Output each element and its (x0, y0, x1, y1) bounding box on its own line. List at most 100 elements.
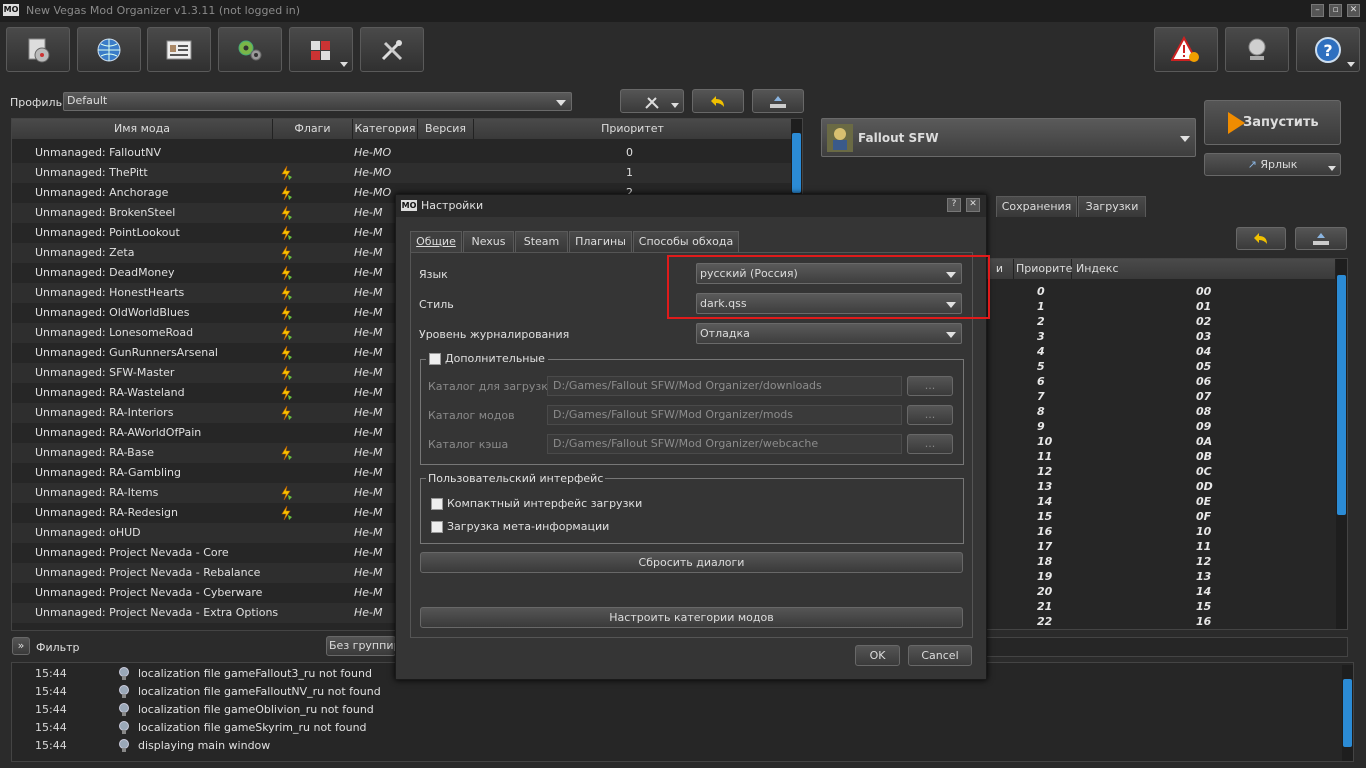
plugin-index: 12 (1196, 555, 1212, 568)
download-dir-browse-button[interactable]: ... (907, 376, 953, 396)
close-icon[interactable]: ✕ (966, 198, 980, 212)
modlist-actions-button[interactable] (620, 89, 684, 113)
plugin-list[interactable]: и Приорите Индекс 0 00 1 01 2 02 3 03 4 04 5 05 6 06 7… (985, 258, 1348, 630)
compact-downloads-checkbox[interactable] (431, 498, 443, 510)
meta-info-checkbox[interactable] (431, 521, 443, 533)
column-header-priority[interactable]: Приоритет (474, 119, 792, 139)
plugin-row[interactable]: 21 15 (986, 599, 1336, 614)
restore-backup-button[interactable] (692, 89, 744, 113)
close-icon[interactable]: ✕ (1347, 4, 1360, 17)
plugin-index: 10 (1196, 525, 1212, 538)
plugin-row[interactable]: 0 00 (986, 284, 1336, 299)
plugin-row[interactable]: 13 0D (986, 479, 1336, 494)
plugin-row[interactable]: 6 06 (986, 374, 1336, 389)
run-button[interactable]: Запустить (1204, 100, 1341, 145)
advanced-checkbox[interactable] (429, 352, 441, 365)
shortcut-button[interactable]: ↗ Ярлык (1204, 153, 1341, 176)
help-icon[interactable]: ? (947, 198, 961, 212)
column-header-priority[interactable]: Приорите (1014, 259, 1072, 279)
advanced-checkbox-row[interactable]: Дополнительные (426, 352, 548, 365)
plugin-row[interactable]: 17 11 (986, 539, 1336, 554)
mod-name: Unmanaged: SFW-Master (35, 366, 175, 379)
configure-categories-button[interactable]: Настроить категории модов (420, 607, 963, 628)
plugin-row[interactable]: 10 0A (986, 434, 1336, 449)
cancel-button[interactable]: Cancel (908, 645, 972, 666)
endorse-button[interactable] (1225, 27, 1289, 72)
plugin-row[interactable]: 15 0F (986, 509, 1336, 524)
plugin-index: 13 (1196, 570, 1212, 583)
plugin-row[interactable]: 1 01 (986, 299, 1336, 314)
column-header-category[interactable]: Категория (353, 119, 418, 139)
column-header-name[interactable]: Имя мода (12, 119, 273, 139)
cache-dir-input[interactable]: D:/Games/Fallout SFW/Mod Organizer/webca… (547, 434, 902, 454)
executable-select[interactable]: Fallout SFW (821, 118, 1196, 157)
install-mod-button[interactable] (6, 27, 70, 72)
tools-menu-button[interactable] (289, 27, 353, 72)
plugins-backup-button[interactable] (1295, 227, 1347, 250)
play-icon (1228, 112, 1245, 134)
plugin-row[interactable]: 3 03 (986, 329, 1336, 344)
profile-select[interactable]: Default (63, 92, 572, 111)
mod-category: Не-M (354, 306, 383, 319)
plugin-row[interactable]: 20 14 (986, 584, 1336, 599)
mod-category: Не-M (354, 366, 383, 379)
ok-button[interactable]: OK (855, 645, 900, 666)
plugin-row[interactable]: 9 09 (986, 419, 1336, 434)
plugin-index: 00 (1196, 285, 1212, 298)
column-header-index[interactable]: Индекс (1072, 259, 1336, 279)
profiles-button[interactable] (147, 27, 211, 72)
mods-dir-input[interactable]: D:/Games/Fallout SFW/Mod Organizer/mods (547, 405, 902, 425)
plugin-priority: 10 (1037, 435, 1053, 448)
column-header-flags[interactable]: Флаги (273, 119, 353, 139)
chevron-down-icon (556, 99, 566, 106)
nexus-button[interactable] (77, 27, 141, 72)
scroll-thumb[interactable] (1337, 275, 1346, 515)
plugin-row[interactable]: 12 0C (986, 464, 1336, 479)
minimize-icon[interactable]: – (1311, 4, 1324, 17)
scroll-thumb[interactable] (1343, 679, 1352, 747)
scroll-thumb[interactable] (792, 133, 801, 193)
tab-general[interactable]: Общие (410, 231, 462, 253)
tab-plugins[interactable]: Плагины (569, 231, 632, 252)
tab-saves[interactable]: Сохранения (996, 196, 1077, 217)
help-icon: ? (1315, 36, 1341, 63)
mods-dir-browse-button[interactable]: ... (907, 405, 953, 425)
plugin-filter-input[interactable] (985, 637, 1348, 657)
maximize-icon[interactable]: ▫ (1329, 4, 1342, 17)
plugin-row[interactable]: 22 16 (986, 614, 1336, 629)
tab-downloads[interactable]: Загрузки (1078, 196, 1146, 217)
backup-tray-icon (770, 96, 786, 108)
tab-steam[interactable]: Steam (515, 231, 568, 252)
problems-button[interactable] (1154, 27, 1218, 72)
executables-button[interactable] (218, 27, 282, 72)
log-level-select[interactable]: Отладка (696, 323, 962, 344)
download-dir-input[interactable]: D:/Games/Fallout SFW/Mod Organizer/downl… (547, 376, 902, 396)
plugin-row[interactable]: 16 10 (986, 524, 1336, 539)
expand-filter-button[interactable]: » (12, 637, 30, 655)
plugin-row[interactable]: 4 04 (986, 344, 1336, 359)
plugin-row[interactable]: 5 05 (986, 359, 1336, 374)
plugin-row[interactable]: 19 13 (986, 569, 1336, 584)
plugin-row[interactable]: 7 07 (986, 389, 1336, 404)
settings-button[interactable] (360, 27, 424, 72)
help-button[interactable]: ? (1296, 27, 1360, 72)
column-header-version[interactable]: Версия (418, 119, 474, 139)
table-row[interactable]: Unmanaged: FalloutNV Не-MO 0 (12, 143, 792, 163)
plugin-priority: 4 (1037, 345, 1045, 358)
cache-dir-browse-button[interactable]: ... (907, 434, 953, 454)
plugin-row[interactable]: 18 12 (986, 554, 1336, 569)
plugin-row[interactable]: 11 0B (986, 449, 1336, 464)
plugin-row[interactable]: 14 0E (986, 494, 1336, 509)
grouping-select[interactable]: Без группиро (326, 636, 396, 656)
tab-nexus[interactable]: Nexus (463, 231, 514, 252)
plugin-row[interactable]: 8 08 (986, 404, 1336, 419)
tab-workarounds[interactable]: Способы обхода (633, 231, 739, 252)
backup-button[interactable] (752, 89, 804, 113)
table-row[interactable]: Unmanaged: ThePitt Не-MO 1 (12, 163, 792, 183)
reset-dialogs-button[interactable]: Сбросить диалоги (420, 552, 963, 573)
plugin-row[interactable]: 2 02 (986, 314, 1336, 329)
plugins-restore-button[interactable] (1236, 227, 1286, 250)
column-header-plugin[interactable]: и (986, 259, 1014, 279)
plugin-scrollbar[interactable] (1336, 259, 1347, 629)
log-scrollbar[interactable] (1342, 665, 1353, 761)
